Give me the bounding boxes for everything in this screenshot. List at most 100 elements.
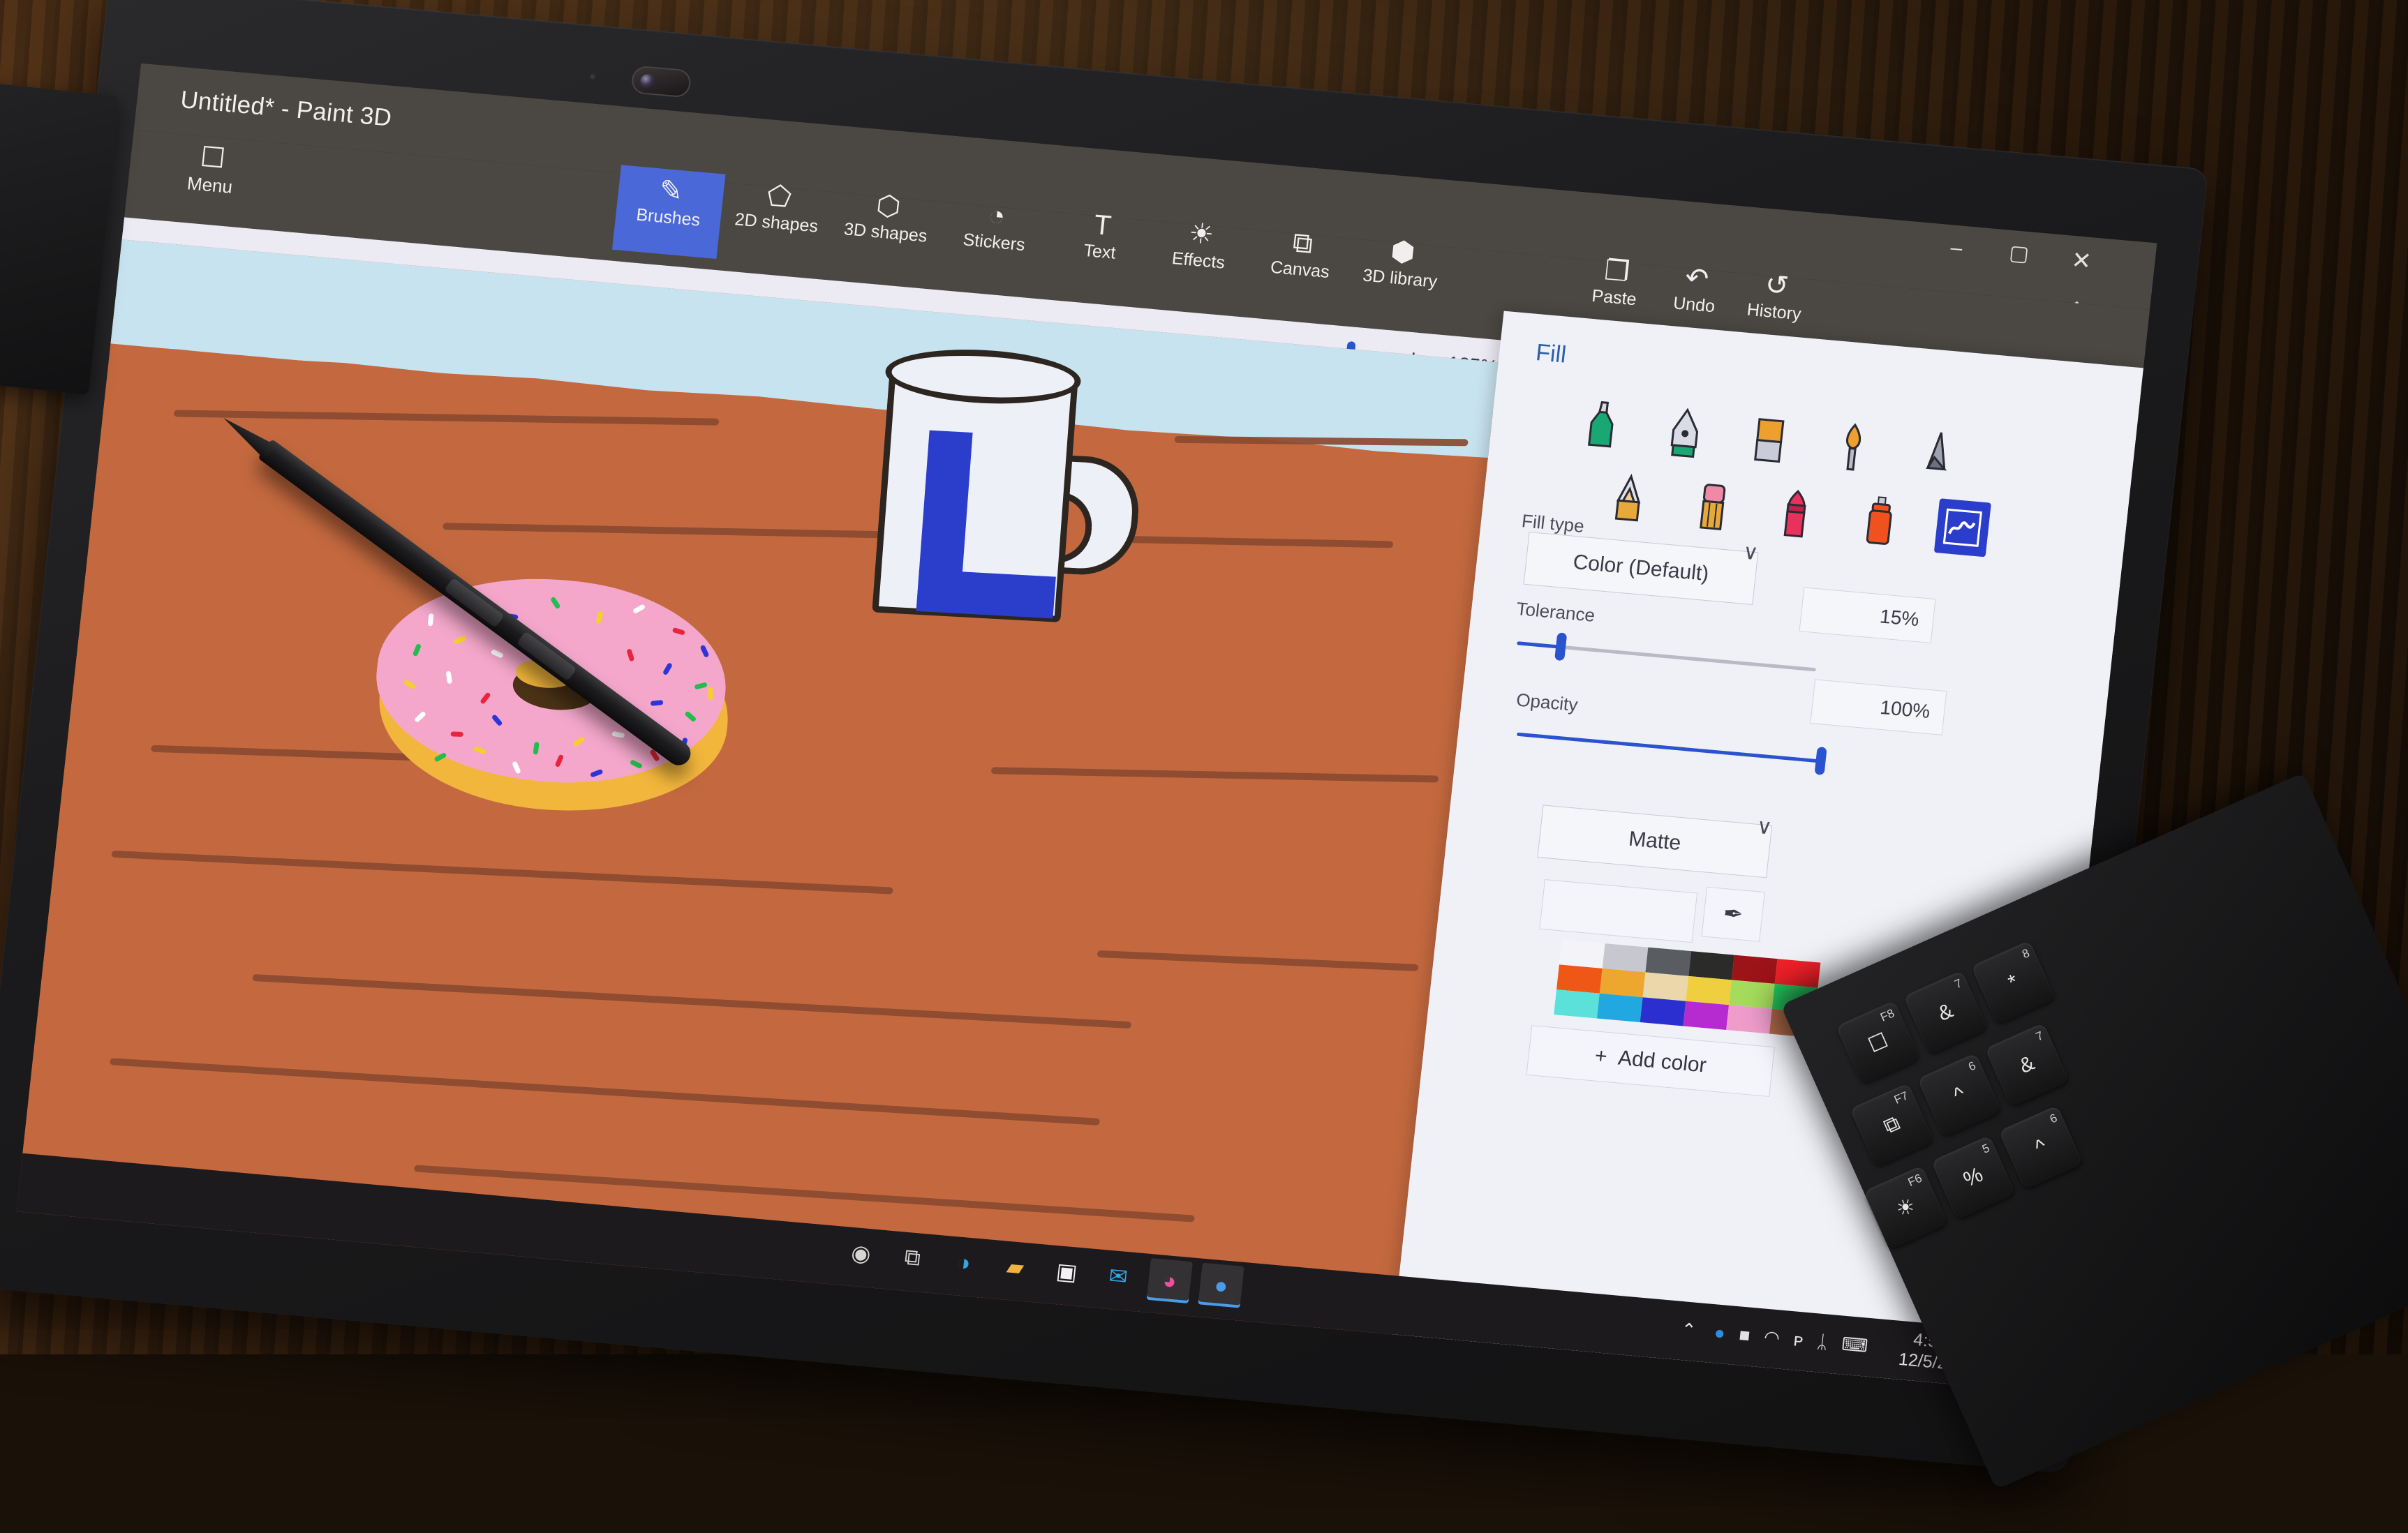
wifi-icon[interactable]: ◠ [1763, 1326, 1781, 1348]
color-swatch[interactable] [1640, 997, 1686, 1026]
color-swatch[interactable] [1688, 951, 1734, 980]
bluetooth-icon[interactable]: ᛦ [1816, 1331, 1829, 1352]
tab-3d-shapes[interactable]: ⬡ 3D shapes [832, 186, 942, 248]
keyboard-key[interactable]: 6^ [1998, 1105, 2083, 1190]
menu-button[interactable]: ☐ Menu [170, 140, 253, 200]
pixel-pen-tool[interactable] [1907, 424, 1964, 483]
chevron-down-icon[interactable]: ∨ [1755, 814, 1774, 840]
maximize-button[interactable]: ▢ [1993, 241, 2044, 267]
tab-brushes[interactable]: ✎ Brushes [612, 165, 726, 259]
sprinkle [450, 731, 463, 737]
calligraphy-pen-tool[interactable] [1656, 402, 1714, 461]
watercolor-brush-tool[interactable] [1823, 417, 1880, 476]
edge-browser-icon[interactable]: ◑ [941, 1240, 987, 1285]
fill-type-dropdown[interactable]: Color (Default) [1523, 532, 1758, 605]
plus-icon: + [1593, 1045, 1608, 1069]
eraser-tool[interactable] [1684, 476, 1741, 534]
color-swatch[interactable] [1559, 940, 1605, 969]
app-title: Untitled* - Paint 3D [179, 86, 393, 133]
color-swatch[interactable] [1643, 972, 1689, 1001]
fill-tool[interactable] [1934, 498, 1991, 557]
keyboard-key[interactable]: F7⧉ [1850, 1083, 1934, 1167]
color-swatch[interactable] [1556, 964, 1603, 993]
add-color-button[interactable]: + Add color [1526, 1025, 1775, 1097]
key-cap-label: ☐ [1864, 1028, 1892, 1058]
material-dropdown[interactable]: Matte [1537, 805, 1772, 878]
tab-canvas[interactable]: ⧉ Canvas [1247, 223, 1357, 285]
color-swatch[interactable] [1726, 1005, 1772, 1033]
tolerance-value[interactable]: 15% [1799, 587, 1935, 643]
keyboard-key[interactable]: 7& [1903, 970, 1988, 1054]
color-swatch[interactable] [1686, 976, 1732, 1005]
keyboard-key[interactable]: 5% [1931, 1135, 2015, 1220]
spray-can-tool[interactable] [1850, 491, 1908, 550]
key-fn-label: F8 [1878, 1006, 1896, 1024]
paint-3d-icon[interactable]: ◕ [1147, 1258, 1193, 1303]
color-swatch[interactable] [1729, 980, 1775, 1008]
color-swatch[interactable] [1597, 994, 1643, 1022]
wood-grain-line [174, 410, 719, 425]
history-button[interactable]: ↺ History [1720, 265, 1831, 327]
color-swatch[interactable] [1683, 1001, 1729, 1030]
volume-icon[interactable]: ᴘ [1792, 1329, 1804, 1350]
cortana-icon[interactable]: ◉ [838, 1231, 884, 1276]
opacity-slider-thumb[interactable] [1814, 747, 1827, 775]
wood-grain-line [991, 767, 1439, 782]
chevron-down-icon[interactable]: ∨ [1741, 540, 1760, 566]
drawing-canvas[interactable] [16, 239, 1498, 1335]
touch-keyboard-icon[interactable]: ⌨ [1841, 1333, 1869, 1356]
keyboard-key[interactable]: 8* [1971, 940, 2056, 1024]
cortana-circle-icon[interactable]: ● [1714, 1322, 1727, 1343]
color-swatch[interactable] [1775, 959, 1821, 987]
tab-2d-shapes[interactable]: ⬠ 2D shapes [723, 176, 833, 238]
key-cap-label: ^ [2032, 1135, 2051, 1160]
fill-tool-icon [1940, 505, 1986, 551]
eyedropper-icon: ✒ [1722, 899, 1745, 929]
close-button[interactable]: ✕ [2056, 247, 2106, 275]
add-color-label: Add color [1617, 1047, 1707, 1078]
wood-grain-line [1097, 950, 1419, 971]
key-cap-label: & [2016, 1052, 2038, 1079]
color-swatch[interactable] [1732, 955, 1778, 984]
webcam-module [630, 65, 692, 98]
tab-text[interactable]: T Text [1046, 204, 1157, 267]
battery-icon[interactable]: ■ [1738, 1324, 1751, 1345]
task-view-icon[interactable]: ⧉ [889, 1235, 935, 1280]
tab-stickers[interactable]: ◔ Stickers [941, 195, 1051, 257]
current-color-box[interactable] [1539, 879, 1697, 943]
crayon-icon [1776, 487, 1816, 541]
color-swatch[interactable] [1600, 969, 1646, 997]
tray-icon-group: ● ■ ◠ ᴘᛦ ⌨ [1713, 1322, 1882, 1358]
donut-drawing [363, 564, 750, 832]
opacity-value[interactable]: 100% [1810, 679, 1947, 735]
color-swatch[interactable] [1603, 943, 1649, 972]
keyboard-key[interactable]: F8 ☐ [1836, 1001, 1920, 1085]
color-swatch[interactable] [1645, 948, 1691, 976]
tolerance-slider-thumb[interactable] [1554, 632, 1567, 661]
microsoft-store-icon[interactable]: ▣ [1043, 1249, 1090, 1294]
key-cap-label: & [1935, 999, 1957, 1026]
keyboard-key[interactable]: 6^ [1917, 1053, 2002, 1137]
tab-3d-library[interactable]: ⬢ 3D library [1347, 232, 1457, 294]
tablet-screen: Untitled* - Paint 3D – ▢ ✕ ⌃ ☐ Menu ✎ Br… [16, 63, 2157, 1391]
crayon-tool[interactable] [1767, 484, 1824, 542]
minimize-button[interactable]: – [1931, 236, 1982, 261]
mail-icon[interactable]: ✉ [1095, 1253, 1141, 1299]
file-explorer-icon[interactable]: ▰ [993, 1244, 1039, 1289]
color-swatch[interactable] [1554, 989, 1600, 1018]
show-hidden-icons-button[interactable]: ⌃ [1680, 1319, 1697, 1342]
tolerance-label: Tolerance [1515, 598, 1596, 627]
keyboard-key[interactable]: 7& [1985, 1023, 2069, 1107]
marker-tool[interactable] [1573, 395, 1630, 454]
tab-effects[interactable]: ☀ Effects [1145, 214, 1256, 276]
chrome-icon[interactable]: ● [1198, 1263, 1244, 1308]
pencil-tool[interactable] [1600, 469, 1658, 528]
oil-brush-tool[interactable] [1740, 410, 1797, 468]
mug-letter-horizontal [916, 569, 1056, 618]
opacity-label: Opacity [1515, 689, 1579, 717]
spray-can-icon [1859, 495, 1899, 549]
key-fn-label: 8 [2020, 946, 2032, 962]
key-fn-label: 7 [2034, 1029, 2046, 1044]
key-cap-label: ^ [1950, 1082, 1969, 1108]
eyedropper-button[interactable]: ✒ [1701, 887, 1764, 942]
